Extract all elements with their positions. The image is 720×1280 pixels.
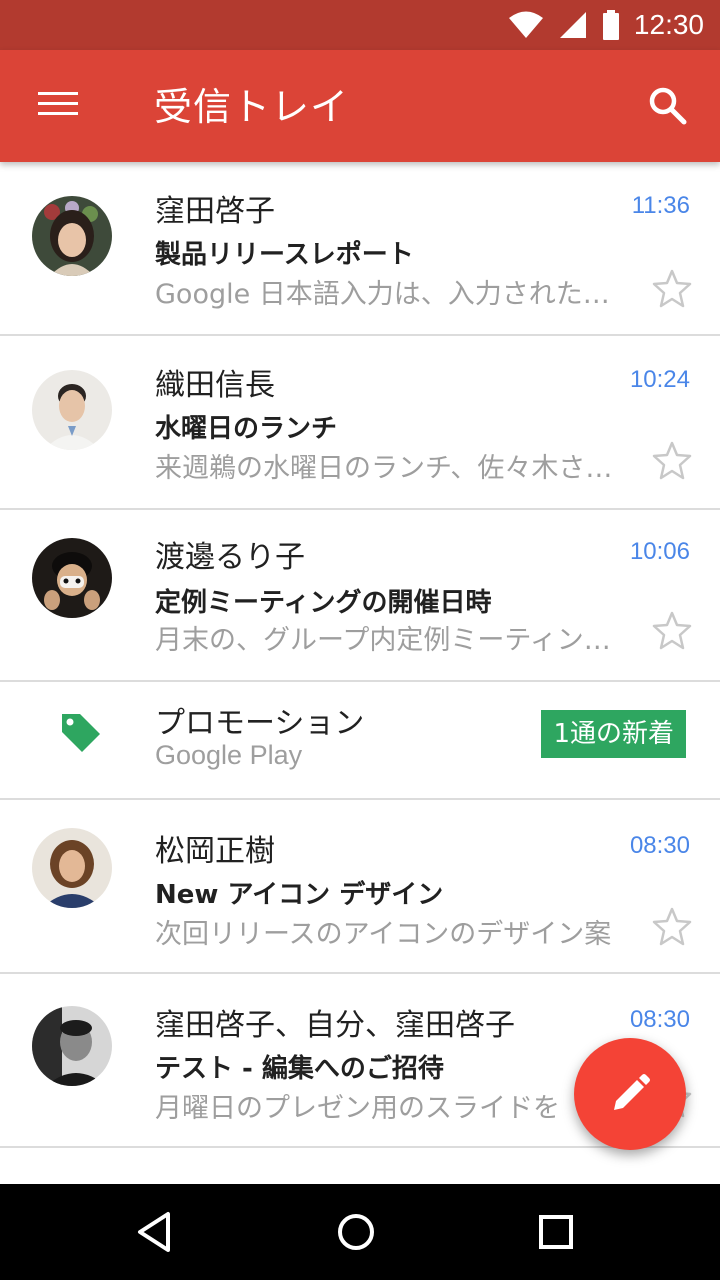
- avatar: [32, 370, 112, 450]
- list-item: [0, 1148, 720, 1184]
- menu-icon: [38, 92, 78, 95]
- recents-icon: [539, 1215, 573, 1249]
- home-icon: [338, 1214, 374, 1250]
- email-subject: 定例ミーティングの開催日時: [155, 588, 492, 618]
- avatar: [32, 196, 112, 276]
- email-snippet: Google 日本語入力は、入力されたテキスト: [155, 279, 625, 310]
- promotions-source: Google Play: [155, 740, 303, 770]
- email-row[interactable]: 窪田啓子 11:36 製品リリースレポート Google 日本語入力は、入力され…: [0, 162, 720, 336]
- star-icon[interactable]: [652, 268, 692, 308]
- inbox-list: 窪田啓子 11:36 製品リリースレポート Google 日本語入力は、入力され…: [0, 162, 720, 1184]
- star-icon[interactable]: [652, 610, 692, 650]
- cell-signal-icon: [559, 12, 586, 38]
- email-snippet: 来週鵜の水曜日のランチ、佐々木さんも: [155, 453, 625, 484]
- status-time: 12:30: [633, 9, 704, 40]
- back-button[interactable]: [132, 1208, 180, 1256]
- status-bar: 12:30: [0, 0, 720, 50]
- search-button[interactable]: [646, 84, 690, 128]
- new-count-badge: 1通の新着: [541, 710, 686, 758]
- email-time: 08:30: [629, 1006, 690, 1033]
- avatar: [32, 1006, 112, 1086]
- email-subject: テスト - 編集へのご招待: [155, 1054, 444, 1084]
- app-bar: 受信トレイ: [0, 50, 720, 162]
- home-button[interactable]: [332, 1208, 380, 1256]
- email-snippet: 月曜日のプレゼン用のスライドを: [155, 1093, 560, 1124]
- compose-button[interactable]: [574, 1038, 686, 1150]
- promotions-title: プロモーション: [155, 706, 365, 741]
- email-time: 10:06: [629, 538, 690, 565]
- avatar: [32, 538, 112, 618]
- email-subject: 水曜日のランチ: [155, 414, 338, 444]
- page-title: 受信トレイ: [154, 85, 350, 129]
- email-sender: 窪田啓子、自分、窪田啓子: [155, 1008, 515, 1043]
- email-row[interactable]: 渡邊るり子 10:06 定例ミーティングの開催日時 月末の、グループ内定例ミーテ…: [0, 510, 720, 682]
- email-time: 11:36: [631, 192, 690, 219]
- email-sender: 渡邊るり子: [155, 540, 305, 575]
- email-row[interactable]: 織田信長 10:24 水曜日のランチ 来週鵜の水曜日のランチ、佐々木さんも: [0, 336, 720, 510]
- email-time: 10:24: [629, 366, 690, 393]
- email-subject: New アイコン デザイン: [155, 880, 444, 910]
- star-icon[interactable]: [652, 906, 692, 946]
- email-subject: 製品リリースレポート: [155, 240, 414, 270]
- star-icon[interactable]: [652, 440, 692, 480]
- navigation-bar: [0, 1184, 720, 1280]
- battery-icon: [602, 10, 619, 40]
- email-row[interactable]: 松岡正樹 08:30 New アイコン デザイン 次回リリースのアイコンのデザイ…: [0, 800, 720, 974]
- email-snippet: 次回リリースのアイコンのデザイン案: [155, 919, 612, 950]
- email-sender: 窪田啓子: [155, 194, 275, 229]
- recents-button[interactable]: [532, 1208, 580, 1256]
- back-icon: [138, 1212, 170, 1252]
- email-time: 08:30: [629, 832, 690, 859]
- wifi-icon: [508, 11, 543, 38]
- pencil-icon: [614, 1074, 650, 1110]
- email-snippet: 月末の、グループ内定例ミーティングの: [155, 625, 625, 656]
- menu-button[interactable]: [38, 92, 78, 122]
- email-sender: 織田信長: [155, 368, 275, 403]
- tag-icon: [62, 714, 100, 752]
- avatar: [32, 828, 112, 908]
- promotions-row[interactable]: プロモーション Google Play 1通の新着: [0, 682, 720, 800]
- search-icon: [649, 87, 687, 125]
- email-sender: 松岡正樹: [155, 834, 275, 869]
